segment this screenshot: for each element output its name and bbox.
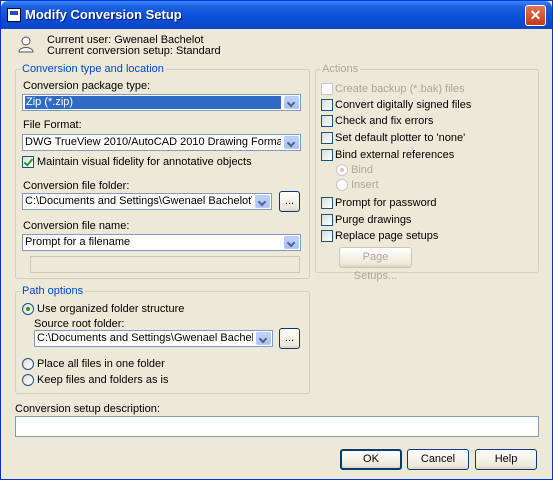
file-format-value: DWG TrueView 2010/AutoCAD 2010 Drawing F… <box>25 136 281 148</box>
source-root-value: C:\Documents and Settings\Gwenael Bachel… <box>37 332 253 344</box>
insert-label: Insert <box>351 179 379 191</box>
folder-value: C:\Documents and Settings\Gwenael Bachel… <box>25 195 252 207</box>
source-root-browse-button[interactable]: ... <box>279 328 300 349</box>
help-button[interactable]: Help <box>475 449 537 470</box>
chevron-down-icon[interactable] <box>284 136 299 149</box>
folder-select[interactable]: C:\Documents and Settings\Gwenael Bachel… <box>22 193 272 210</box>
source-root-select[interactable]: C:\Documents and Settings\Gwenael Bachel… <box>34 330 273 347</box>
ok-button[interactable]: OK <box>340 449 402 470</box>
package-type-value: Zip (*.zip) <box>25 96 281 109</box>
dialog-window: Modify Conversion Setup ✕ Current user: … <box>0 0 553 480</box>
conversion-group-title: Conversion type and location <box>20 63 166 76</box>
create-backup-label: Create backup (*.bak) files <box>335 83 465 95</box>
replace-page-setups-checkbox[interactable] <box>321 230 333 242</box>
organized-radio[interactable] <box>22 303 34 315</box>
bind-label: Bind <box>351 164 374 176</box>
keep-as-is-label: Keep files and folders as is <box>37 374 169 386</box>
file-name-text-field <box>30 256 300 273</box>
app-icon <box>7 8 21 22</box>
folder-label: Conversion file folder: <box>23 180 130 192</box>
create-backup-checkbox[interactable] <box>321 83 333 95</box>
bind-radio[interactable] <box>336 164 348 176</box>
organized-label: Use organized folder structure <box>37 303 185 315</box>
purge-label: Purge drawings <box>335 214 412 226</box>
file-name-select[interactable]: Prompt for a filename <box>22 234 301 251</box>
maintain-fidelity-label: Maintain visual fidelity for annotative … <box>37 156 252 168</box>
description-label: Conversion setup description: <box>15 403 160 415</box>
window-title: Modify Conversion Setup <box>25 7 182 22</box>
chevron-down-icon[interactable] <box>256 332 271 345</box>
replace-page-setups-label: Replace page setups <box>335 230 439 242</box>
file-name-label: Conversion file name: <box>23 220 130 232</box>
close-button[interactable]: ✕ <box>525 5 546 26</box>
actions-title: Actions <box>320 63 361 76</box>
bind-xrefs-checkbox[interactable] <box>321 149 333 161</box>
set-plotter-checkbox[interactable] <box>321 132 333 144</box>
keep-as-is-radio[interactable] <box>22 374 34 386</box>
prompt-password-checkbox[interactable] <box>321 197 333 209</box>
convert-signed-checkbox[interactable] <box>321 99 333 111</box>
check-fix-label: Check and fix errors <box>335 115 434 127</box>
one-folder-label: Place all files in one folder <box>37 358 165 370</box>
title-bar[interactable]: Modify Conversion Setup ✕ <box>1 1 552 29</box>
folder-browse-button[interactable]: ... <box>279 191 300 212</box>
maintain-fidelity-checkbox[interactable] <box>22 156 34 168</box>
chevron-down-icon[interactable] <box>284 236 299 249</box>
convert-signed-label: Convert digitally signed files <box>335 99 472 111</box>
one-folder-radio[interactable] <box>22 358 34 370</box>
chevron-down-icon[interactable] <box>284 96 299 109</box>
file-name-value: Prompt for a filename <box>25 236 131 248</box>
check-fix-checkbox[interactable] <box>321 115 333 127</box>
chevron-down-icon[interactable] <box>255 195 270 208</box>
page-setups-button[interactable]: Page Setups... <box>339 247 412 282</box>
package-type-select[interactable]: Zip (*.zip) <box>22 94 301 111</box>
cancel-button[interactable]: Cancel <box>407 449 469 470</box>
close-icon: ✕ <box>529 7 542 23</box>
description-input[interactable] <box>15 416 539 437</box>
bind-xrefs-label: Bind external references <box>335 149 455 161</box>
path-options-title: Path options <box>20 285 86 298</box>
file-format-select[interactable]: DWG TrueView 2010/AutoCAD 2010 Drawing F… <box>22 134 301 151</box>
package-type-label: Conversion package type: <box>23 80 151 92</box>
user-icon <box>18 36 34 53</box>
prompt-password-label: Prompt for password <box>335 197 437 209</box>
set-plotter-label: Set default plotter to 'none' <box>335 132 466 144</box>
current-setup-text: Current conversion setup: Standard <box>47 45 221 57</box>
insert-radio[interactable] <box>336 179 348 191</box>
purge-checkbox[interactable] <box>321 214 333 226</box>
file-format-label: File Format: <box>23 119 82 131</box>
